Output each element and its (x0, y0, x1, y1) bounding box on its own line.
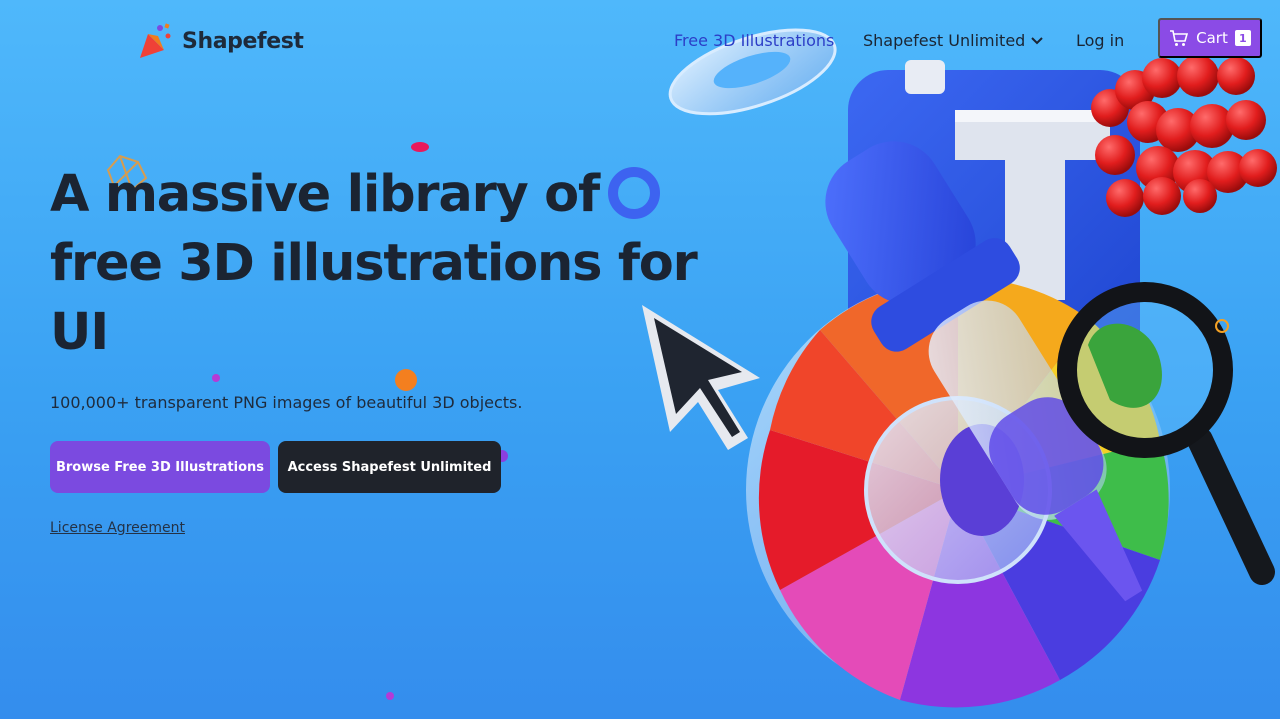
shapefest-logo-icon (138, 22, 174, 60)
access-unlimited-button[interactable]: Access Shapefest Unlimited (278, 441, 501, 493)
browse-free-illustrations-button[interactable]: Browse Free 3D Illustrations (50, 441, 270, 493)
nav-log-in[interactable]: Log in (1076, 31, 1124, 50)
cart-icon (1170, 30, 1189, 46)
hero-headline: A massive library of free 3D illustratio… (50, 160, 730, 367)
headline-line-3: UI (50, 303, 109, 362)
brand-logo[interactable]: Shapefest (138, 22, 304, 60)
headline-line-1: A massive library of (50, 165, 600, 224)
nav-shapefest-unlimited[interactable]: Shapefest Unlimited (863, 31, 1044, 50)
site-header: Shapefest Free 3D Illustrations Shapefes… (0, 0, 1280, 80)
orange-dot-decor (395, 369, 417, 391)
cart-label: Cart (1196, 29, 1228, 47)
brand-name: Shapefest (182, 28, 304, 54)
chevron-down-icon (1031, 36, 1044, 44)
headline-line-2: free 3D illustrations for (50, 234, 698, 293)
hero-subtitle: 100,000+ transparent PNG images of beaut… (50, 393, 523, 412)
nav-free-3d-illustrations[interactable]: Free 3D Illustrations (674, 31, 834, 50)
cart-button[interactable]: Cart 1 (1158, 18, 1262, 58)
license-agreement-link[interactable]: License Agreement (50, 520, 185, 536)
cart-count-badge: 1 (1234, 30, 1251, 46)
nav-shapefest-unlimited-label: Shapefest Unlimited (863, 31, 1026, 50)
